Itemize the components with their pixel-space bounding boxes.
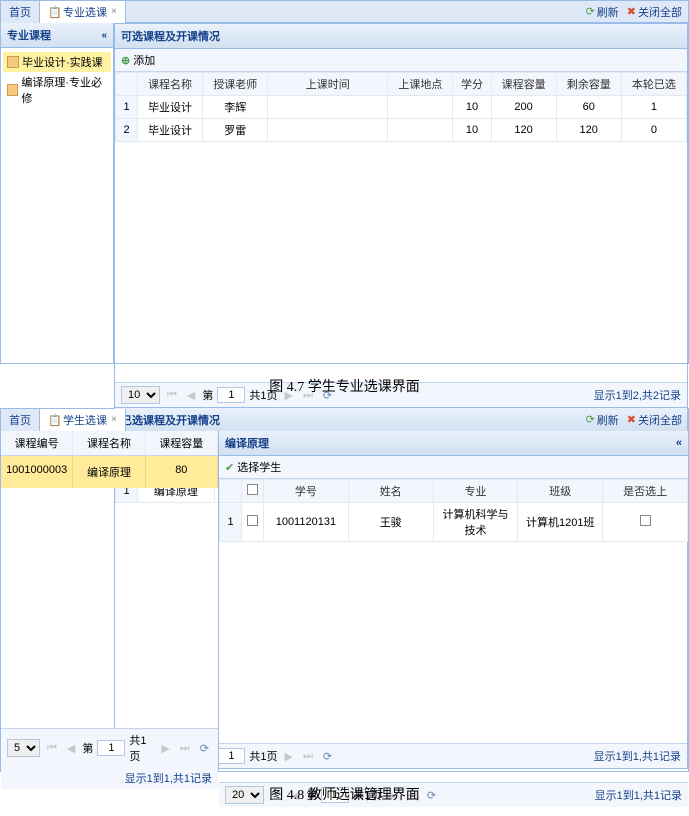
selected-checkbox[interactable] <box>640 515 651 526</box>
close-all-button[interactable]: ✖关闭全部 <box>627 412 682 428</box>
tab-course-selection[interactable]: 📋 专业选课 × <box>40 1 126 24</box>
pager: 5 ⏮ ◀ 第 共1页 ▶ ⏭ ⟳ <box>1 728 218 767</box>
last-page-button[interactable]: ⏭ <box>177 742 193 755</box>
sidebar-title: 专业课程 « <box>1 23 113 48</box>
table-row[interactable]: 2 毕业设计罗雷 10120 1200 <box>116 119 687 142</box>
page-size-select[interactable]: 5 <box>7 739 40 757</box>
tree-item[interactable]: 编译原理·专业必修 <box>3 72 111 108</box>
toolbar: ✔ 选择学生 <box>219 456 688 479</box>
refresh-button[interactable]: ⟳刷新 <box>586 4 619 20</box>
select-student-button[interactable]: 选择学生 <box>237 459 281 475</box>
refresh-page-button[interactable]: ⟳ <box>197 742 212 755</box>
refresh-icon: ⟳ <box>586 5 595 18</box>
close-all-icon: ✖ <box>627 5 636 18</box>
refresh-page-button[interactable]: ⟳ <box>424 789 439 802</box>
prev-page-button[interactable]: ◀ <box>64 742 78 755</box>
tab-home[interactable]: 首页 <box>1 409 40 431</box>
close-all-icon: ✖ <box>627 413 636 426</box>
next-page-button[interactable]: ▶ <box>158 742 172 755</box>
select-all-checkbox[interactable] <box>247 484 258 495</box>
page-size-select[interactable]: 10 <box>121 386 160 404</box>
add-icon: ⊕ <box>121 54 130 67</box>
close-icon[interactable]: × <box>111 414 117 425</box>
page-size-select[interactable]: 20 <box>225 786 264 804</box>
col-header: 课程名称 <box>73 431 145 455</box>
sidebar: 专业课程 « 毕业设计·实践课 编译原理·专业必修 <box>1 23 114 363</box>
row-checkbox[interactable] <box>247 515 258 526</box>
refresh-icon: ⟳ <box>586 413 595 426</box>
tab-home[interactable]: 首页 <box>1 1 40 23</box>
tab-icon: 📋 <box>48 414 60 426</box>
page-input[interactable] <box>217 387 245 403</box>
pager-info: 显示1到2,共2记录 <box>594 387 681 403</box>
available-courses-panel: 可选课程及开课情况 ⊕ 添加 课程名称授课老师 上课时间上课地点 学分课程容量 … <box>114 23 688 408</box>
page-input[interactable] <box>97 740 125 756</box>
prev-page-button[interactable]: ◀ <box>184 389 198 402</box>
table-row[interactable]: 1 毕业设计李辉 10200 601 <box>116 96 687 119</box>
table-row[interactable]: 1 1001120131王骏 计算机科学与技术计算机1201班 <box>220 503 688 542</box>
panel-title: 编译原理« <box>219 431 688 456</box>
pager-info: 显示1到1,共1记录 <box>595 787 682 803</box>
col-header: 课程容量 <box>146 431 218 455</box>
close-all-button[interactable]: ✖关闭全部 <box>627 4 682 20</box>
tabbar: 首页 📋 专业选课 × ⟳刷新 ✖关闭全部 <box>1 1 688 23</box>
close-icon[interactable]: × <box>111 6 117 17</box>
toolbar: ⊕ 添加 <box>115 49 687 72</box>
select-icon: ✔ <box>225 461 234 474</box>
doc-icon <box>7 56 19 68</box>
add-button[interactable]: 添加 <box>133 52 155 68</box>
refresh-button[interactable]: ⟳刷新 <box>586 412 619 428</box>
students-panel: 编译原理« ✔ 选择学生 学号姓名 专业班级 是否选上 1 1001120131… <box>219 431 688 771</box>
student-course-selection-window: 首页 📋 专业选课 × ⟳刷新 ✖关闭全部 专业课程 « 毕业设计·实践课 编译… <box>0 0 689 364</box>
students-table: 学号姓名 专业班级 是否选上 1 1001120131王骏 计算机科学与技术计算… <box>219 479 688 542</box>
tab-icon: 📋 <box>48 6 60 18</box>
collapse-icon[interactable]: « <box>676 437 682 449</box>
course-list-panel: 课程编号 课程名称 课程容量 1001000003 编译原理 80 5 ⏮ ◀ … <box>1 431 219 771</box>
first-page-button[interactable]: ⏮ <box>44 742 60 755</box>
tab-student-selection[interactable]: 📋 学生选课 × <box>40 409 126 432</box>
collapse-icon[interactable]: « <box>101 30 107 41</box>
tree-item[interactable]: 毕业设计·实践课 <box>3 52 111 72</box>
panel-title: 可选课程及开课情况 <box>115 24 687 49</box>
doc-icon <box>7 84 18 96</box>
teacher-course-selection-window: 首页 📋 学生选课 × ⟳刷新 ✖关闭全部 课程编号 课程名称 课程容量 100… <box>0 408 689 772</box>
pager-info: 显示1到1,共1记录 <box>125 770 212 786</box>
course-row[interactable]: 1001000003 编译原理 80 <box>1 456 218 488</box>
col-header: 课程编号 <box>1 431 73 455</box>
available-courses-table: 课程名称授课老师 上课时间上课地点 学分课程容量 剩余容量本轮已选 1 毕业设计… <box>115 72 687 142</box>
first-page-button[interactable]: ⏮ <box>164 389 180 402</box>
